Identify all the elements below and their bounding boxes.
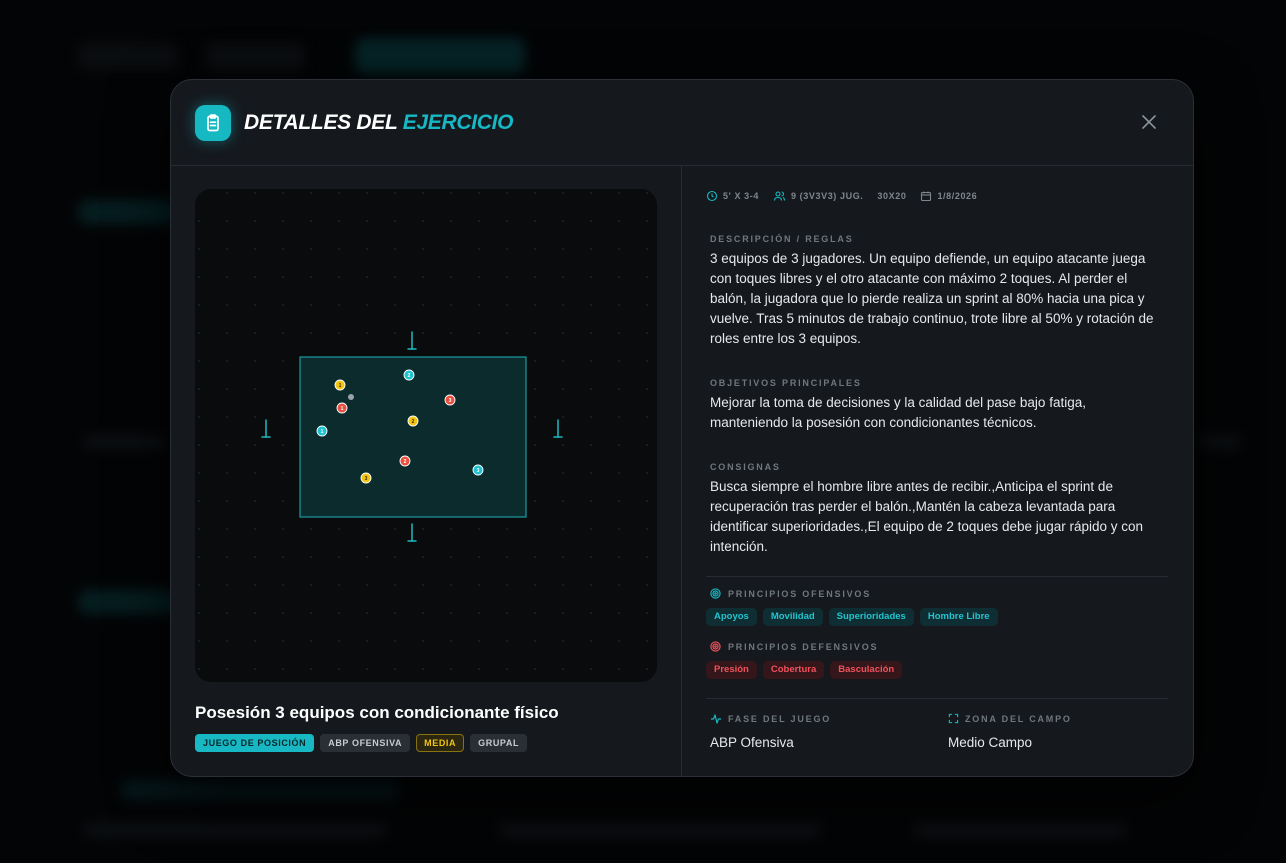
- offensive-chip: Apoyos: [706, 608, 757, 626]
- offensive-principles-label: PRINCIPIOS OFENSIVOS: [710, 588, 871, 599]
- target-icon: [710, 641, 721, 652]
- description-label: DESCRIPCIÓN / REGLAS: [710, 234, 854, 244]
- activity-icon: [711, 714, 721, 724]
- player-yellow: 3: [360, 472, 372, 484]
- player-yellow: 2: [407, 415, 419, 427]
- modal-title-accent: EJERCICIO: [402, 111, 514, 134]
- player-red: 1: [336, 402, 348, 414]
- modal-title-main: DETALLES DEL: [244, 111, 398, 134]
- defensive-chip: Presión: [706, 661, 757, 679]
- tag-intensity: MEDIA: [416, 734, 465, 752]
- player-number: 1: [341, 406, 344, 412]
- player-number: 2: [404, 459, 407, 465]
- meta-date: 1/8/2026: [920, 190, 977, 202]
- close-button[interactable]: [1139, 112, 1159, 132]
- offensive-chip: Hombre Libre: [919, 608, 998, 626]
- player-yellow: 1: [334, 379, 346, 391]
- offensive-chip: Superioridades: [828, 608, 914, 626]
- player-cyan: 1: [316, 425, 328, 437]
- player-number: 3: [477, 468, 480, 474]
- section-divider: [706, 698, 1168, 699]
- meta-duration: 5' X 3-4: [706, 190, 759, 202]
- consignas-label: CONSIGNAS: [710, 462, 781, 472]
- player-cyan: 3: [472, 464, 484, 476]
- column-divider: [681, 166, 682, 776]
- users-icon: [773, 191, 786, 201]
- player-number: 1: [339, 383, 342, 389]
- player-number: 3: [449, 398, 452, 404]
- player-red: 3: [444, 394, 456, 406]
- exercise-diagram: 1 2 3 1 2 1 2 3 3: [195, 189, 657, 682]
- defensive-chip: Cobertura: [762, 661, 825, 679]
- modal-header: DETALLES DEL EJERCICIO: [171, 80, 1193, 166]
- zone-label: ZONA DEL CAMPO: [948, 713, 1072, 724]
- phase-value: ABP Ofensiva: [710, 735, 794, 750]
- pitch-svg: 1 2 3 1 2 1 2 3 3: [195, 189, 657, 682]
- description-text: 3 equipos de 3 jugadores. Un equipo defi…: [710, 251, 1154, 346]
- offensive-principles: Apoyos Movilidad Superioridades Hombre L…: [706, 608, 998, 626]
- objectives-label: OBJETIVOS PRINCIPALES: [710, 378, 862, 388]
- defensive-principles-label: PRINCIPIOS DEFENSIVOS: [710, 641, 878, 652]
- calendar-icon: [921, 191, 932, 202]
- ball: [348, 394, 354, 400]
- zone-value: Medio Campo: [948, 735, 1033, 750]
- defensive-chip: Basculación: [830, 661, 903, 679]
- tag-type: GRUPAL: [470, 734, 528, 752]
- tag-phase: ABP OFENSIVA: [320, 734, 411, 752]
- play-area: [299, 356, 527, 518]
- section-divider: [706, 576, 1168, 577]
- clipboard-icon: [195, 105, 231, 141]
- defensive-principles: Presión Cobertura Basculación: [706, 661, 903, 679]
- target-icon: [710, 588, 721, 599]
- consignas-text: Busca siempre el hombre libre antes de r…: [710, 479, 1144, 554]
- modal-title: DETALLES DEL EJERCICIO: [244, 111, 513, 135]
- exercise-title: Posesión 3 equipos con condicionante fís…: [195, 703, 559, 722]
- exercise-meta: 5' X 3-4 9 (3V3V3) JUG. 30X20 1/8/2026: [706, 190, 977, 202]
- clock-icon: [706, 190, 718, 202]
- exercise-details-modal: DETALLES DEL EJERCICIO 1 2 3 1 2 1 2 3 3…: [170, 79, 1194, 777]
- tag-category: JUEGO DE POSICIÓN: [195, 734, 315, 752]
- player-red: 2: [399, 455, 411, 467]
- objectives-text: Mejorar la toma de decisiones y la calid…: [710, 395, 1086, 430]
- exercise-tags: JUEGO DE POSICIÓN ABP OFENSIVA MEDIA GRU…: [195, 734, 528, 752]
- player-number: 3: [365, 476, 368, 482]
- meta-dimensions: 30X20: [877, 191, 907, 201]
- player-number: 2: [412, 419, 415, 425]
- player-number: 1: [321, 429, 324, 435]
- phase-label: FASE DEL JUEGO: [710, 713, 831, 725]
- close-icon: [1142, 115, 1156, 129]
- player-cyan: 2: [403, 369, 415, 381]
- meta-players: 9 (3V3V3) JUG.: [773, 190, 863, 202]
- player-number: 2: [408, 373, 411, 379]
- offensive-chip: Movilidad: [762, 608, 823, 626]
- maximize-icon: [948, 713, 959, 724]
